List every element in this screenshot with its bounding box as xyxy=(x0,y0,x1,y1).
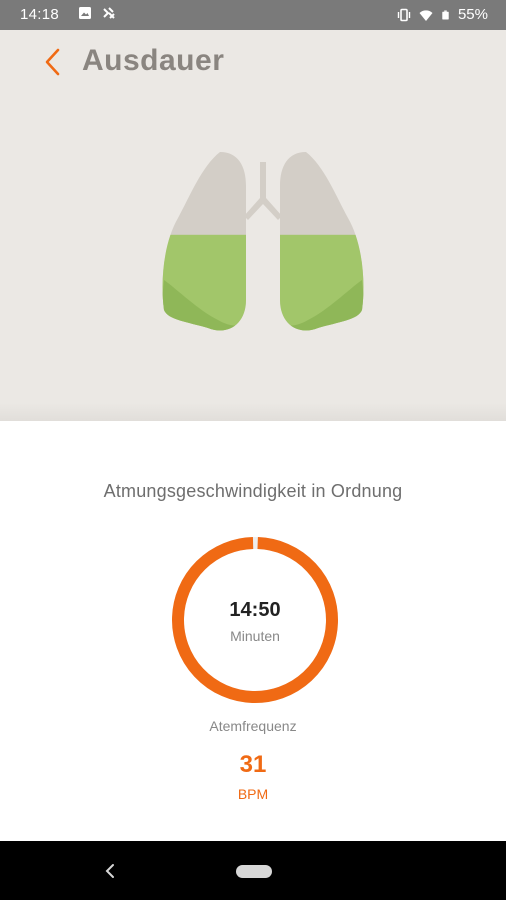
status-time: 14:18 xyxy=(20,6,60,23)
respiration-value: 31 xyxy=(239,751,267,778)
back-button[interactable] xyxy=(38,44,66,80)
chevron-left-icon xyxy=(45,48,60,76)
status-bar: 14:18 55% xyxy=(0,0,506,30)
navigation-bar xyxy=(0,841,506,900)
respiration-label: Atemfrequenz xyxy=(209,718,297,734)
timer-unit: Minuten xyxy=(230,628,280,644)
breathing-status-message: Atmungsgeschwindigkeit in Ordnung xyxy=(103,481,403,501)
page-title: Ausdauer xyxy=(82,44,225,77)
lungs-illustration xyxy=(162,152,364,331)
battery-icon xyxy=(442,10,449,19)
app-notification-icon xyxy=(103,7,115,19)
timer-value: 14:50 xyxy=(229,599,281,621)
wifi-icon xyxy=(419,9,433,21)
main-content: Atmungsgeschwindigkeit in Ordnung 14:50 … xyxy=(0,421,506,841)
nav-home-pill[interactable] xyxy=(236,865,272,878)
vibrate-icon xyxy=(397,8,411,21)
battery-percent: 55% xyxy=(457,6,488,23)
nav-back-icon[interactable] xyxy=(100,859,120,883)
hero-section: Ausdauer xyxy=(0,30,506,421)
image-icon xyxy=(79,7,91,19)
respiration-unit: BPM xyxy=(237,786,269,802)
lungs-fill xyxy=(162,234,364,331)
